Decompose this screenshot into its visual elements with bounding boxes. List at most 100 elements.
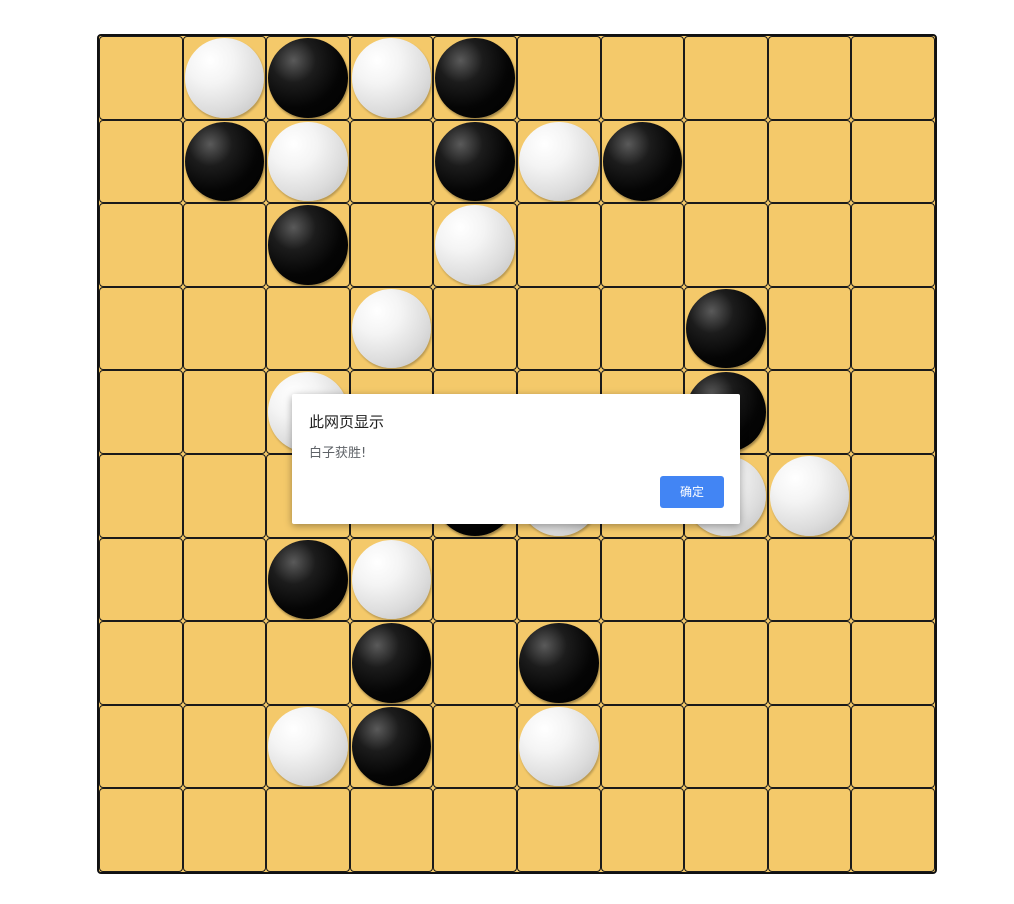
board-cell[interactable] — [266, 621, 350, 705]
board-cell[interactable] — [516, 119, 601, 204]
board-cell[interactable] — [349, 537, 434, 622]
board-cell[interactable] — [99, 370, 183, 454]
board-cell[interactable] — [182, 453, 267, 538]
board-cell[interactable] — [349, 704, 434, 789]
board-cell[interactable] — [182, 286, 267, 371]
board-cell[interactable] — [767, 370, 852, 454]
board-cell[interactable] — [851, 621, 935, 705]
board-cell[interactable] — [600, 788, 685, 872]
board-cell[interactable] — [182, 36, 267, 120]
board-cell[interactable] — [600, 704, 685, 789]
black-stone — [518, 623, 599, 703]
board-cell[interactable] — [600, 119, 685, 204]
board-cell[interactable] — [433, 203, 517, 287]
board-cell[interactable] — [684, 621, 768, 705]
board-cell[interactable] — [516, 788, 601, 872]
board-cell[interactable] — [684, 119, 768, 204]
board-cell[interactable] — [684, 788, 768, 872]
board-cell[interactable] — [433, 788, 517, 872]
board-cell[interactable] — [99, 119, 183, 204]
board-cell[interactable] — [684, 203, 768, 287]
white-stone — [518, 706, 599, 787]
board-cell[interactable] — [600, 621, 685, 705]
board-cell[interactable] — [266, 286, 350, 371]
board-cell[interactable] — [516, 537, 601, 622]
board-cell[interactable] — [182, 119, 267, 204]
black-stone — [602, 121, 683, 202]
board-cell[interactable] — [851, 203, 935, 287]
board-cell[interactable] — [99, 286, 183, 371]
board-cell[interactable] — [99, 621, 183, 705]
board-cell[interactable] — [767, 537, 852, 622]
board-cell[interactable] — [433, 704, 517, 789]
board-cell[interactable] — [767, 286, 852, 371]
board-cell[interactable] — [516, 286, 601, 371]
board-cell[interactable] — [516, 203, 601, 287]
board-cell[interactable] — [851, 119, 935, 204]
board-cell[interactable] — [266, 36, 350, 120]
board-cell[interactable] — [99, 36, 183, 120]
board-cell[interactable] — [349, 119, 434, 204]
white-stone — [351, 539, 432, 620]
board-cell[interactable] — [182, 788, 267, 872]
board-cell[interactable] — [266, 788, 350, 872]
ok-button[interactable]: 确定 — [660, 476, 724, 508]
board-cell[interactable] — [349, 203, 434, 287]
board-cell[interactable] — [99, 453, 183, 538]
board-cell[interactable] — [182, 621, 267, 705]
board-cell[interactable] — [851, 286, 935, 371]
board-cell[interactable] — [349, 36, 434, 120]
board-cell[interactable] — [433, 621, 517, 705]
board-cell[interactable] — [600, 537, 685, 622]
black-stone — [268, 38, 348, 118]
board-cell[interactable] — [851, 453, 935, 538]
white-stone — [351, 288, 432, 369]
board-cell[interactable] — [516, 36, 601, 120]
black-stone — [184, 121, 265, 202]
board-cell[interactable] — [349, 621, 434, 705]
board-cell[interactable] — [684, 704, 768, 789]
board-cell[interactable] — [767, 119, 852, 204]
board-cell[interactable] — [600, 286, 685, 371]
board-cell[interactable] — [433, 119, 517, 204]
alert-dialog: 此网页显示 白子获胜! 确定 — [292, 394, 740, 524]
board-cell[interactable] — [767, 704, 852, 789]
black-stone — [268, 205, 348, 285]
board-cell[interactable] — [266, 203, 350, 287]
board-cell[interactable] — [182, 203, 267, 287]
board-cell[interactable] — [851, 370, 935, 454]
board-cell[interactable] — [182, 537, 267, 622]
board-cell[interactable] — [182, 704, 267, 789]
board-cell[interactable] — [433, 286, 517, 371]
board-cell[interactable] — [767, 453, 852, 538]
board-cell[interactable] — [600, 203, 685, 287]
board-cell[interactable] — [851, 537, 935, 622]
board-cell[interactable] — [516, 704, 601, 789]
white-stone — [351, 38, 432, 118]
board-cell[interactable] — [851, 36, 935, 120]
board-cell[interactable] — [433, 36, 517, 120]
board-cell[interactable] — [349, 788, 434, 872]
board-cell[interactable] — [767, 36, 852, 120]
board-cell[interactable] — [99, 788, 183, 872]
black-stone — [268, 539, 348, 620]
board-cell[interactable] — [684, 36, 768, 120]
board-cell[interactable] — [684, 286, 768, 371]
board-cell[interactable] — [99, 704, 183, 789]
board-cell[interactable] — [851, 788, 935, 872]
board-cell[interactable] — [767, 788, 852, 872]
board-cell[interactable] — [767, 621, 852, 705]
board-cell[interactable] — [266, 119, 350, 204]
board-cell[interactable] — [516, 621, 601, 705]
board-cell[interactable] — [266, 537, 350, 622]
board-cell[interactable] — [99, 537, 183, 622]
board-cell[interactable] — [684, 537, 768, 622]
board-cell[interactable] — [767, 203, 852, 287]
board-cell[interactable] — [266, 704, 350, 789]
board-cell[interactable] — [433, 537, 517, 622]
board-cell[interactable] — [600, 36, 685, 120]
board-cell[interactable] — [349, 286, 434, 371]
board-cell[interactable] — [99, 203, 183, 287]
board-cell[interactable] — [182, 370, 267, 454]
board-cell[interactable] — [851, 704, 935, 789]
